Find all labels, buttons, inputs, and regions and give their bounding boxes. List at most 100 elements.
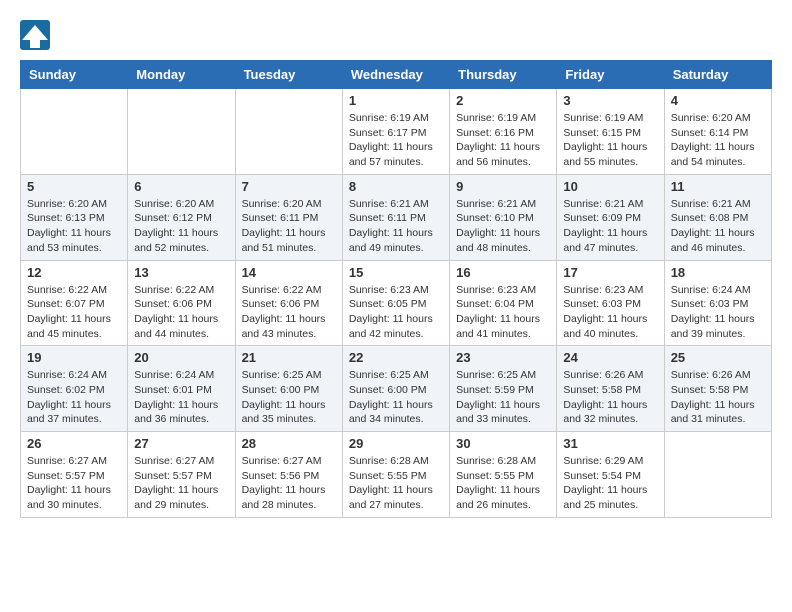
weekday-header-saturday: Saturday [664, 61, 771, 89]
day-number: 10 [563, 179, 657, 194]
page-header [20, 20, 772, 50]
week-row-5: 26 Sunrise: 6:27 AM Sunset: 5:57 PM Dayli… [21, 432, 772, 518]
calendar-cell: 23 Sunrise: 6:25 AM Sunset: 5:59 PM Dayli… [450, 346, 557, 432]
cell-info: Sunrise: 6:21 AM Sunset: 6:08 PM Dayligh… [671, 197, 765, 256]
weekday-header-thursday: Thursday [450, 61, 557, 89]
calendar-cell: 26 Sunrise: 6:27 AM Sunset: 5:57 PM Dayli… [21, 432, 128, 518]
cell-info: Sunrise: 6:28 AM Sunset: 5:55 PM Dayligh… [349, 454, 443, 513]
day-number: 31 [563, 436, 657, 451]
day-number: 5 [27, 179, 121, 194]
calendar-cell: 1 Sunrise: 6:19 AM Sunset: 6:17 PM Daylig… [342, 89, 449, 175]
day-number: 18 [671, 265, 765, 280]
calendar-cell [128, 89, 235, 175]
cell-info: Sunrise: 6:27 AM Sunset: 5:57 PM Dayligh… [134, 454, 228, 513]
week-row-3: 12 Sunrise: 6:22 AM Sunset: 6:07 PM Dayli… [21, 260, 772, 346]
day-number: 1 [349, 93, 443, 108]
calendar-cell [21, 89, 128, 175]
day-number: 20 [134, 350, 228, 365]
day-number: 22 [349, 350, 443, 365]
cell-info: Sunrise: 6:20 AM Sunset: 6:12 PM Dayligh… [134, 197, 228, 256]
calendar-cell: 10 Sunrise: 6:21 AM Sunset: 6:09 PM Dayli… [557, 174, 664, 260]
cell-info: Sunrise: 6:23 AM Sunset: 6:04 PM Dayligh… [456, 283, 550, 342]
calendar-cell: 18 Sunrise: 6:24 AM Sunset: 6:03 PM Dayli… [664, 260, 771, 346]
day-number: 29 [349, 436, 443, 451]
week-row-4: 19Sunrise: 6:24 AM Sunset: 6:02 PM Dayli… [21, 346, 772, 432]
weekday-header-wednesday: Wednesday [342, 61, 449, 89]
day-number: 14 [242, 265, 336, 280]
day-number: 8 [349, 179, 443, 194]
cell-info: Sunrise: 6:22 AM Sunset: 6:07 PM Dayligh… [27, 283, 121, 342]
calendar-cell: 12 Sunrise: 6:22 AM Sunset: 6:07 PM Dayli… [21, 260, 128, 346]
calendar-cell [664, 432, 771, 518]
calendar-cell: 24Sunrise: 6:26 AM Sunset: 5:58 PM Dayli… [557, 346, 664, 432]
calendar-cell: 20 Sunrise: 6:24 AM Sunset: 6:01 PM Dayli… [128, 346, 235, 432]
logo-icon [20, 20, 50, 50]
cell-info: Sunrise: 6:25 AM Sunset: 5:59 PM Dayligh… [456, 368, 550, 427]
cell-info: Sunrise: 6:19 AM Sunset: 6:17 PM Dayligh… [349, 111, 443, 170]
calendar-cell: 19Sunrise: 6:24 AM Sunset: 6:02 PM Dayli… [21, 346, 128, 432]
calendar-cell: 9 Sunrise: 6:21 AM Sunset: 6:10 PM Daylig… [450, 174, 557, 260]
calendar-cell: 11 Sunrise: 6:21 AM Sunset: 6:08 PM Dayli… [664, 174, 771, 260]
day-number: 4 [671, 93, 765, 108]
cell-info: Sunrise: 6:21 AM Sunset: 6:09 PM Dayligh… [563, 197, 657, 256]
calendar-cell: 27Sunrise: 6:27 AM Sunset: 5:57 PM Dayli… [128, 432, 235, 518]
cell-info: Sunrise: 6:27 AM Sunset: 5:56 PM Dayligh… [242, 454, 336, 513]
calendar-cell: 7 Sunrise: 6:20 AM Sunset: 6:11 PM Daylig… [235, 174, 342, 260]
calendar-cell: 28 Sunrise: 6:27 AM Sunset: 5:56 PM Dayli… [235, 432, 342, 518]
calendar-cell: 31 Sunrise: 6:29 AM Sunset: 5:54 PM Dayli… [557, 432, 664, 518]
day-number: 21 [242, 350, 336, 365]
weekday-header-row: SundayMondayTuesdayWednesdayThursdayFrid… [21, 61, 772, 89]
calendar-cell: 21 Sunrise: 6:25 AM Sunset: 6:00 PM Dayli… [235, 346, 342, 432]
calendar-cell: 17Sunrise: 6:23 AM Sunset: 6:03 PM Dayli… [557, 260, 664, 346]
cell-info: Sunrise: 6:20 AM Sunset: 6:11 PM Dayligh… [242, 197, 336, 256]
day-number: 26 [27, 436, 121, 451]
calendar-cell: 15Sunrise: 6:23 AM Sunset: 6:05 PM Dayli… [342, 260, 449, 346]
cell-info: Sunrise: 6:25 AM Sunset: 6:00 PM Dayligh… [349, 368, 443, 427]
day-number: 2 [456, 93, 550, 108]
day-number: 30 [456, 436, 550, 451]
cell-info: Sunrise: 6:26 AM Sunset: 5:58 PM Dayligh… [671, 368, 765, 427]
calendar-cell: 5 Sunrise: 6:20 AM Sunset: 6:13 PM Daylig… [21, 174, 128, 260]
week-row-2: 5 Sunrise: 6:20 AM Sunset: 6:13 PM Daylig… [21, 174, 772, 260]
cell-info: Sunrise: 6:24 AM Sunset: 6:03 PM Dayligh… [671, 283, 765, 342]
cell-info: Sunrise: 6:22 AM Sunset: 6:06 PM Dayligh… [134, 283, 228, 342]
calendar-cell [235, 89, 342, 175]
cell-info: Sunrise: 6:21 AM Sunset: 6:10 PM Dayligh… [456, 197, 550, 256]
calendar-table: SundayMondayTuesdayWednesdayThursdayFrid… [20, 60, 772, 518]
calendar-cell: 14Sunrise: 6:22 AM Sunset: 6:06 PM Dayli… [235, 260, 342, 346]
day-number: 6 [134, 179, 228, 194]
cell-info: Sunrise: 6:29 AM Sunset: 5:54 PM Dayligh… [563, 454, 657, 513]
calendar-cell: 29 Sunrise: 6:28 AM Sunset: 5:55 PM Dayli… [342, 432, 449, 518]
day-number: 25 [671, 350, 765, 365]
calendar-cell: 22 Sunrise: 6:25 AM Sunset: 6:00 PM Dayli… [342, 346, 449, 432]
cell-info: Sunrise: 6:24 AM Sunset: 6:02 PM Dayligh… [27, 368, 121, 427]
cell-info: Sunrise: 6:20 AM Sunset: 6:13 PM Dayligh… [27, 197, 121, 256]
day-number: 3 [563, 93, 657, 108]
calendar-cell: 2Sunrise: 6:19 AM Sunset: 6:16 PM Daylig… [450, 89, 557, 175]
calendar-cell: 3Sunrise: 6:19 AM Sunset: 6:15 PM Daylig… [557, 89, 664, 175]
calendar-cell: 30 Sunrise: 6:28 AM Sunset: 5:55 PM Dayli… [450, 432, 557, 518]
day-number: 13 [134, 265, 228, 280]
day-number: 24 [563, 350, 657, 365]
cell-info: Sunrise: 6:25 AM Sunset: 6:00 PM Dayligh… [242, 368, 336, 427]
day-number: 12 [27, 265, 121, 280]
day-number: 7 [242, 179, 336, 194]
calendar-cell: 6 Sunrise: 6:20 AM Sunset: 6:12 PM Daylig… [128, 174, 235, 260]
day-number: 16 [456, 265, 550, 280]
calendar-cell: 8Sunrise: 6:21 AM Sunset: 6:11 PM Daylig… [342, 174, 449, 260]
cell-info: Sunrise: 6:24 AM Sunset: 6:01 PM Dayligh… [134, 368, 228, 427]
calendar-cell: 25 Sunrise: 6:26 AM Sunset: 5:58 PM Dayli… [664, 346, 771, 432]
cell-info: Sunrise: 6:27 AM Sunset: 5:57 PM Dayligh… [27, 454, 121, 513]
day-number: 17 [563, 265, 657, 280]
day-number: 28 [242, 436, 336, 451]
day-number: 11 [671, 179, 765, 194]
weekday-header-tuesday: Tuesday [235, 61, 342, 89]
day-number: 9 [456, 179, 550, 194]
week-row-1: 1 Sunrise: 6:19 AM Sunset: 6:17 PM Daylig… [21, 89, 772, 175]
calendar-cell: 13 Sunrise: 6:22 AM Sunset: 6:06 PM Dayli… [128, 260, 235, 346]
calendar-cell: 16 Sunrise: 6:23 AM Sunset: 6:04 PM Dayli… [450, 260, 557, 346]
cell-info: Sunrise: 6:23 AM Sunset: 6:05 PM Dayligh… [349, 283, 443, 342]
day-number: 23 [456, 350, 550, 365]
cell-info: Sunrise: 6:28 AM Sunset: 5:55 PM Dayligh… [456, 454, 550, 513]
weekday-header-friday: Friday [557, 61, 664, 89]
